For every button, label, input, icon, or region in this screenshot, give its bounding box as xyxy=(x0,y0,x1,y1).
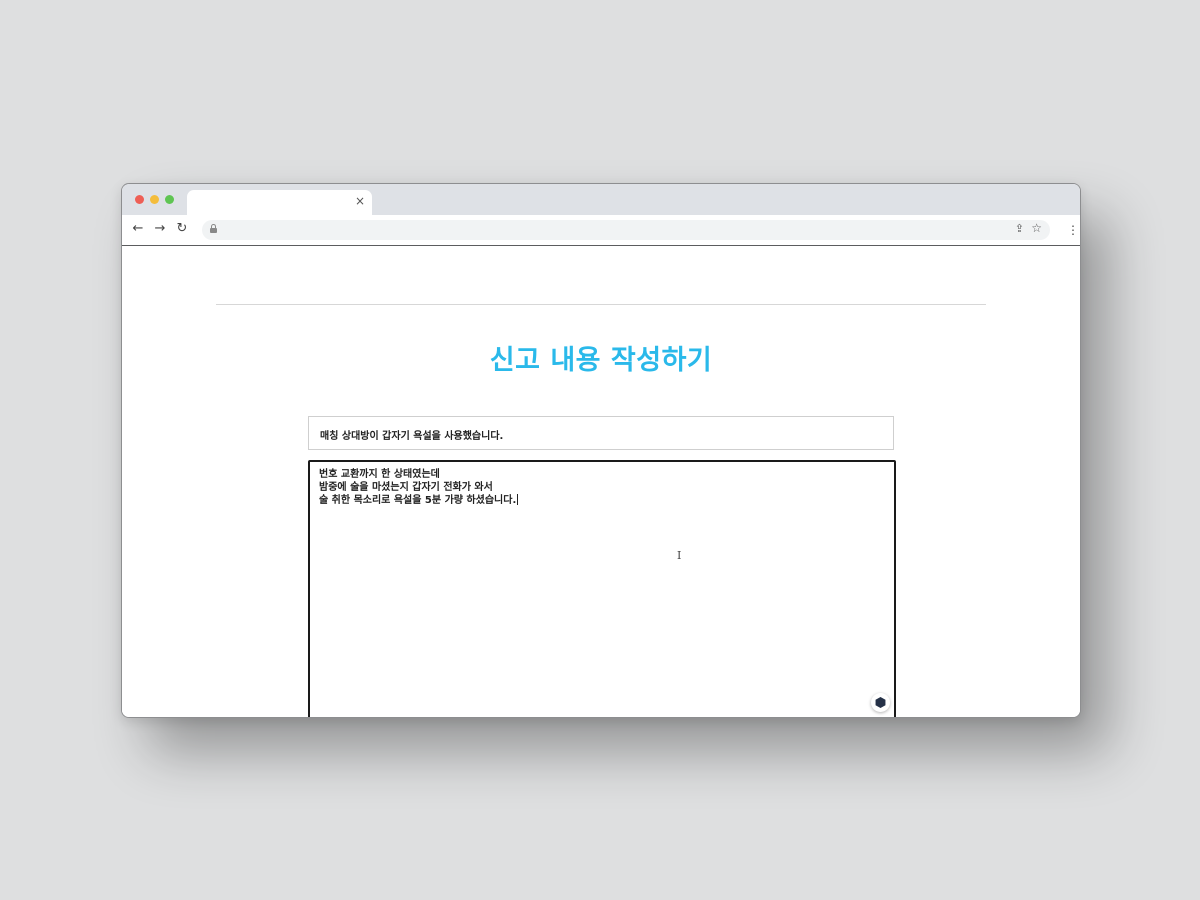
report-content-textarea[interactable]: 번호 교환까지 한 상태였는데 밤중에 술을 마셨는지 갑자기 전화가 와서 술… xyxy=(308,460,896,717)
browser-window: × ← → ↻ ⇪ ☆ ⋮ 신고 내용 작성하기 매칭 상대방이 갑자기 욕설을… xyxy=(121,183,1081,718)
lock-icon[interactable] xyxy=(210,224,217,234)
browser-tab[interactable]: × xyxy=(187,190,372,216)
close-icon[interactable]: × xyxy=(355,194,365,208)
minimize-window-button[interactable] xyxy=(150,195,159,204)
content-line-with-caret: 술 취한 목소리로 욕설을 5분 가량 하셨습니다. xyxy=(319,491,519,506)
forward-arrow-icon[interactable]: → xyxy=(152,221,168,237)
report-subject-text: 매칭 상대방이 갑자기 욕설을 사용했습니다. xyxy=(320,431,504,442)
close-window-button[interactable] xyxy=(135,195,144,204)
share-icon[interactable]: ⇪ xyxy=(1015,222,1024,235)
page-title: 신고 내용 작성하기 xyxy=(489,345,713,376)
header-divider xyxy=(216,304,986,305)
address-bar[interactable]: ⇪ ☆ xyxy=(202,220,1050,240)
star-icon[interactable]: ☆ xyxy=(1031,221,1042,235)
text-caret xyxy=(517,494,519,505)
tab-bar: × xyxy=(122,184,1080,216)
text-cursor-icon: I xyxy=(677,549,682,562)
report-subject-field[interactable]: 매칭 상대방이 갑자기 욕설을 사용했습니다. xyxy=(308,416,894,450)
more-menu-icon[interactable]: ⋮ xyxy=(1067,222,1079,238)
page-viewport: 신고 내용 작성하기 매칭 상대방이 갑자기 욕설을 사용했습니다. 번호 교환… xyxy=(122,246,1080,717)
browser-toolbar: ← → ↻ ⇪ ☆ ⋮ xyxy=(122,215,1080,246)
grammar-assistant-icon[interactable] xyxy=(871,693,890,712)
content-line: 술 취한 목소리로 욕설을 5분 가량 하셨습니다. xyxy=(319,495,517,506)
maximize-window-button[interactable] xyxy=(165,195,174,204)
back-arrow-icon[interactable]: ← xyxy=(130,221,146,237)
reload-icon[interactable]: ↻ xyxy=(174,221,190,237)
